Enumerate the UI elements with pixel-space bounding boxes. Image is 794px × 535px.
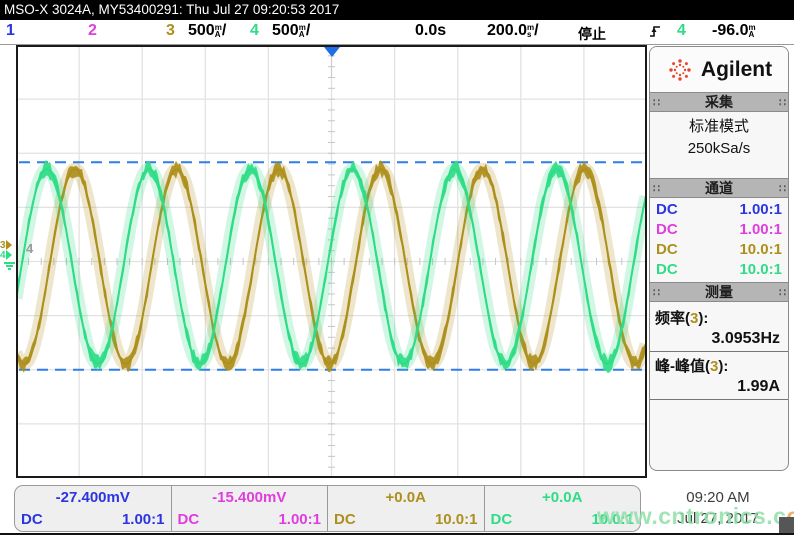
brand-header: Agilent	[650, 47, 788, 92]
sample-rate: 250kSa/s	[650, 138, 788, 160]
ch4-ground-gray-label: 4	[26, 241, 33, 256]
measurement-frequency-label: 频率(3):	[650, 304, 788, 328]
channel3-status-cell[interactable]: +0.0A DC10.0:1	[327, 486, 484, 531]
measurements: 频率(3): 3.0953Hz 峰-峰值(3): 1.99A	[650, 302, 788, 400]
channel-status-cells: -27.400mV DC1.00:1 -15.400mV DC1.00:1 +0…	[14, 485, 641, 532]
ch3-arrow-icon	[6, 240, 12, 250]
ground-symbol-icon	[2, 262, 16, 270]
instrument-title: MSO-X 3024A, MY53400291: Thu Jul 27 09:2…	[4, 2, 339, 17]
channel4-button[interactable]: 4	[250, 22, 259, 40]
channels-section-header[interactable]: ∷ 通道 ∷	[650, 178, 788, 198]
grip-icon: ∷	[779, 286, 785, 299]
channel3-button[interactable]: 3	[166, 22, 175, 40]
ch3-ground-marker[interactable]: 3	[0, 240, 16, 250]
channel1-status-cell[interactable]: -27.400mV DC1.00:1	[15, 486, 171, 531]
channel4-scale[interactable]: 500mA/	[272, 22, 310, 40]
acquire-section-header[interactable]: ∷ 采集 ∷	[650, 92, 788, 112]
grip-icon: ∷	[779, 96, 785, 109]
channel1-row[interactable]: DC 1.00:1	[650, 200, 788, 220]
horizontal-delay[interactable]: 0.0s	[415, 22, 446, 40]
trigger-source[interactable]: 4	[677, 22, 686, 40]
agilent-logo-icon	[666, 56, 694, 84]
channel2-row[interactable]: DC 1.00:1	[650, 220, 788, 240]
waveform-plot	[16, 45, 647, 478]
acquire-mode: 标准模式	[650, 116, 788, 138]
channel3-scale[interactable]: 500mA/	[188, 22, 226, 40]
sidebar: Agilent ∷ 采集 ∷ 标准模式 250kSa/s ∷ 通道 ∷ DC 1…	[649, 46, 789, 471]
trigger-time-line	[331, 57, 332, 77]
measurement-pkpk-value: 1.99A	[650, 376, 788, 400]
grip-icon: ∷	[653, 286, 659, 299]
oscilloscope-screen: MSO-X 3024A, MY53400291: Thu Jul 27 09:2…	[0, 0, 794, 535]
grip-icon: ∷	[653, 182, 659, 195]
measurement-frequency-value: 3.0953Hz	[650, 328, 788, 352]
acquire-info: 标准模式 250kSa/s	[650, 112, 788, 178]
channel2-status-cell[interactable]: -15.400mV DC1.00:1	[171, 486, 328, 531]
status-bar: 1 2 3 500mA/ 4 500mA/ 0.0s 200.0ms/ 停止 4…	[0, 20, 794, 45]
trigger-time-marker[interactable]	[324, 47, 340, 57]
trigger-level[interactable]: -96.0mA	[712, 22, 756, 40]
ch4-ground-marker[interactable]: 4	[0, 250, 16, 260]
title-bar: MSO-X 3024A, MY53400291: Thu Jul 27 09:2…	[0, 0, 794, 20]
watermark-logo-block	[779, 517, 794, 533]
channel2-button[interactable]: 2	[88, 22, 97, 40]
edge-trigger-icon	[649, 24, 662, 44]
channel4-row[interactable]: DC 10.0:1	[650, 260, 788, 280]
ground-markers: 3 4	[0, 240, 16, 270]
brand-name: Agilent	[701, 58, 772, 82]
channel-rows: DC 1.00:1 DC 1.00:1 DC 10.0:1 DC 10.0:1	[650, 198, 788, 282]
channel3-row[interactable]: DC 10.0:1	[650, 240, 788, 260]
ch4-arrow-icon	[6, 250, 12, 260]
timebase-scale[interactable]: 200.0ms/	[487, 22, 539, 40]
grip-icon: ∷	[653, 96, 659, 109]
grip-icon: ∷	[779, 182, 785, 195]
run-state-badge[interactable]: 停止	[578, 24, 606, 44]
measure-section-header[interactable]: ∷ 测量 ∷	[650, 282, 788, 302]
watermark: www.cntronics.com	[597, 503, 794, 530]
measurement-pkpk-label: 峰-峰值(3):	[650, 352, 788, 376]
waveform-display-area: 4	[16, 45, 647, 478]
channel1-button[interactable]: 1	[6, 22, 15, 40]
